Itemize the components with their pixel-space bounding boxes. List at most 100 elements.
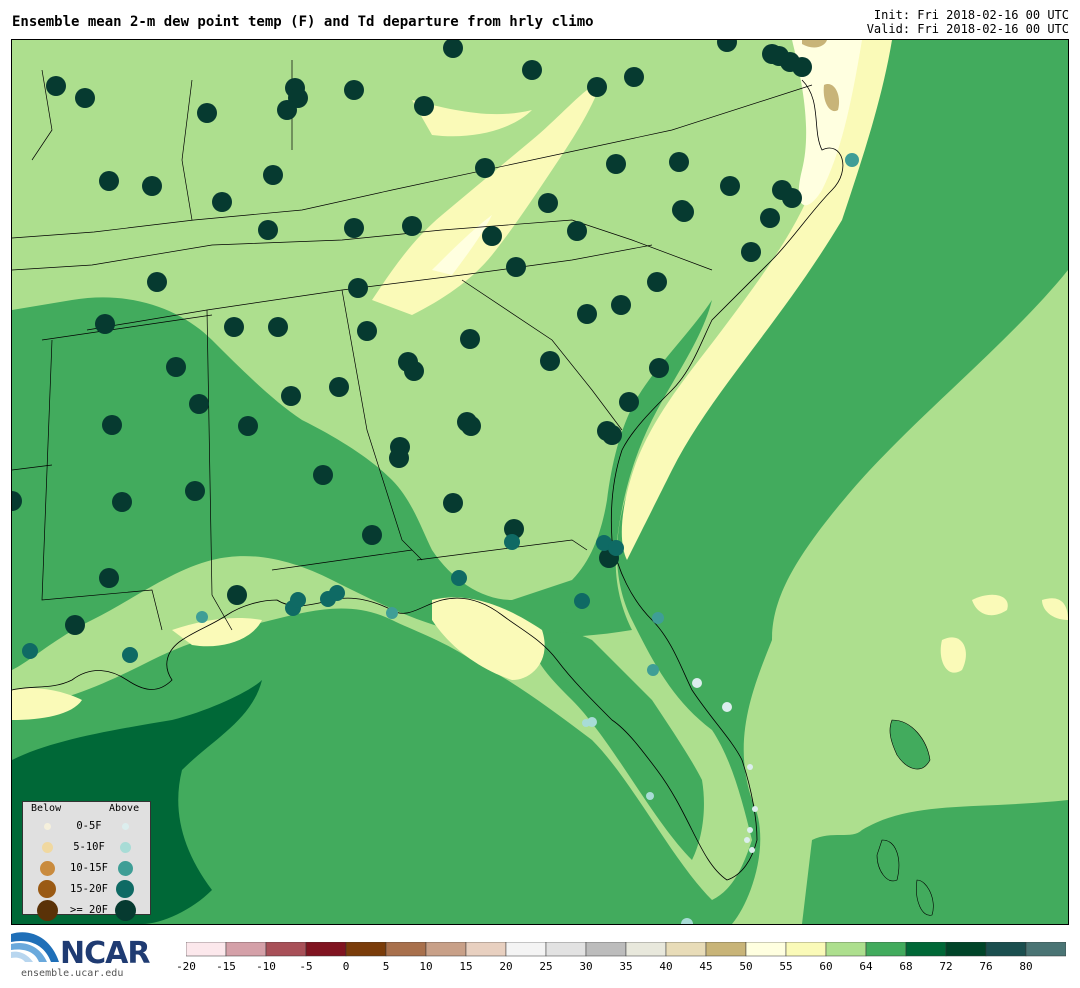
map-panel[interactable] bbox=[11, 39, 1069, 925]
colorbar-segment bbox=[465, 942, 507, 957]
station-marker bbox=[65, 615, 85, 635]
station-marker bbox=[602, 425, 622, 445]
ncar-logo-text: NCAR bbox=[60, 936, 150, 971]
station-marker bbox=[344, 218, 364, 238]
station-marker bbox=[461, 416, 481, 436]
station-marker bbox=[281, 386, 301, 406]
colorbar-segment bbox=[425, 942, 467, 957]
station-marker bbox=[95, 314, 115, 334]
legend-row-label: 5-10F bbox=[73, 841, 105, 853]
station-marker bbox=[744, 837, 750, 843]
colorbar-segment bbox=[705, 942, 747, 957]
legend-below-dot bbox=[36, 899, 58, 921]
station-marker bbox=[619, 392, 639, 412]
legend-above-dot bbox=[114, 899, 136, 921]
colorbar-segment bbox=[505, 942, 547, 957]
station-marker bbox=[404, 361, 424, 381]
colorbar-tick-label: 30 bbox=[579, 960, 593, 973]
station-marker bbox=[792, 57, 812, 77]
colorbar-segment bbox=[186, 942, 227, 957]
station-marker bbox=[344, 80, 364, 100]
colorbar-segment bbox=[625, 942, 667, 957]
station-marker bbox=[22, 643, 38, 659]
legend-row: 5-10F bbox=[23, 837, 150, 858]
departure-legend: Below Above 0-5F 5-10F 10-15F 15-20F >= 20F bbox=[22, 801, 151, 921]
station-marker bbox=[460, 329, 480, 349]
station-marker bbox=[258, 220, 278, 240]
colorbar-tick-label: -5 bbox=[299, 960, 313, 973]
colorbar-segment bbox=[585, 942, 627, 957]
station-marker bbox=[443, 493, 463, 513]
station-marker bbox=[197, 103, 217, 123]
station-marker bbox=[389, 448, 409, 468]
legend-row-label: 0-5F bbox=[76, 820, 102, 832]
colorbar-segment bbox=[745, 942, 787, 957]
legend-row: >= 20F bbox=[23, 899, 150, 921]
station-marker bbox=[451, 570, 467, 586]
colorbar-tick-label: 68 bbox=[899, 960, 913, 973]
station-marker bbox=[747, 764, 753, 770]
legend-below-dot bbox=[39, 860, 55, 876]
colorbar-tick-label: 60 bbox=[819, 960, 833, 973]
colorbar-segment bbox=[825, 942, 867, 957]
legend-below-header: Below bbox=[31, 803, 62, 814]
station-marker bbox=[669, 152, 689, 172]
colorbar-segment bbox=[905, 942, 947, 957]
colorbar-tick-label: 64 bbox=[859, 960, 873, 973]
legend-below-dot bbox=[43, 822, 51, 830]
colorbar-tick-label: 55 bbox=[779, 960, 793, 973]
legend-above-dot bbox=[117, 860, 133, 876]
colorbar-tick-label: 20 bbox=[499, 960, 513, 973]
colorbar-tick-label: 50 bbox=[739, 960, 753, 973]
colorbar-tick-label: 35 bbox=[619, 960, 633, 973]
station-marker bbox=[608, 540, 624, 556]
station-marker bbox=[692, 678, 702, 688]
legend-above-dot bbox=[119, 841, 131, 853]
station-marker bbox=[147, 272, 167, 292]
station-marker bbox=[212, 192, 232, 212]
station-marker bbox=[224, 317, 244, 337]
station-marker bbox=[611, 295, 631, 315]
colorbar-segment bbox=[345, 942, 387, 957]
colorbar-tick-label: 40 bbox=[659, 960, 673, 973]
colorbar-segment bbox=[665, 942, 707, 957]
legend-below-dot bbox=[38, 880, 56, 898]
station-marker bbox=[760, 208, 780, 228]
station-marker bbox=[196, 611, 208, 623]
station-marker bbox=[747, 827, 753, 833]
legend-row-label: 10-15F bbox=[70, 862, 108, 874]
page-title: Ensemble mean 2-m dew point temp (F) and… bbox=[12, 14, 594, 30]
station-marker bbox=[567, 221, 587, 241]
station-marker bbox=[122, 647, 138, 663]
colorbar-tick-label: -20 bbox=[176, 960, 196, 973]
station-marker bbox=[606, 154, 626, 174]
station-marker bbox=[506, 257, 526, 277]
station-marker bbox=[722, 702, 732, 712]
station-marker bbox=[652, 612, 664, 624]
colorbar-segment bbox=[945, 942, 987, 957]
init-time: Init: Fri 2018-02-16 00 UTC bbox=[873, 8, 1069, 22]
station-marker bbox=[587, 77, 607, 97]
colorbar-tick-label: -10 bbox=[256, 960, 276, 973]
dewpoint-colorbar bbox=[186, 942, 1066, 957]
valid-time: Valid: Fri 2018-02-16 00 UTC bbox=[866, 22, 1069, 36]
colorbar-segment bbox=[545, 942, 587, 957]
colorbar-tick-label: 76 bbox=[979, 960, 993, 973]
station-marker bbox=[357, 321, 377, 341]
station-marker bbox=[504, 534, 520, 550]
station-marker bbox=[362, 525, 382, 545]
legend-row: 0-5F bbox=[23, 816, 150, 837]
colorbar-segment bbox=[305, 942, 347, 957]
station-marker bbox=[582, 719, 590, 727]
station-marker bbox=[238, 416, 258, 436]
station-marker bbox=[185, 481, 205, 501]
colorbar-segment bbox=[265, 942, 307, 957]
colorbar-segment bbox=[1025, 942, 1066, 957]
legend-above-header: Above bbox=[109, 803, 140, 814]
legend-below-dot bbox=[41, 841, 53, 853]
station-marker bbox=[99, 568, 119, 588]
station-marker bbox=[75, 88, 95, 108]
station-marker bbox=[290, 592, 306, 608]
station-marker bbox=[166, 357, 186, 377]
station-marker bbox=[540, 351, 560, 371]
